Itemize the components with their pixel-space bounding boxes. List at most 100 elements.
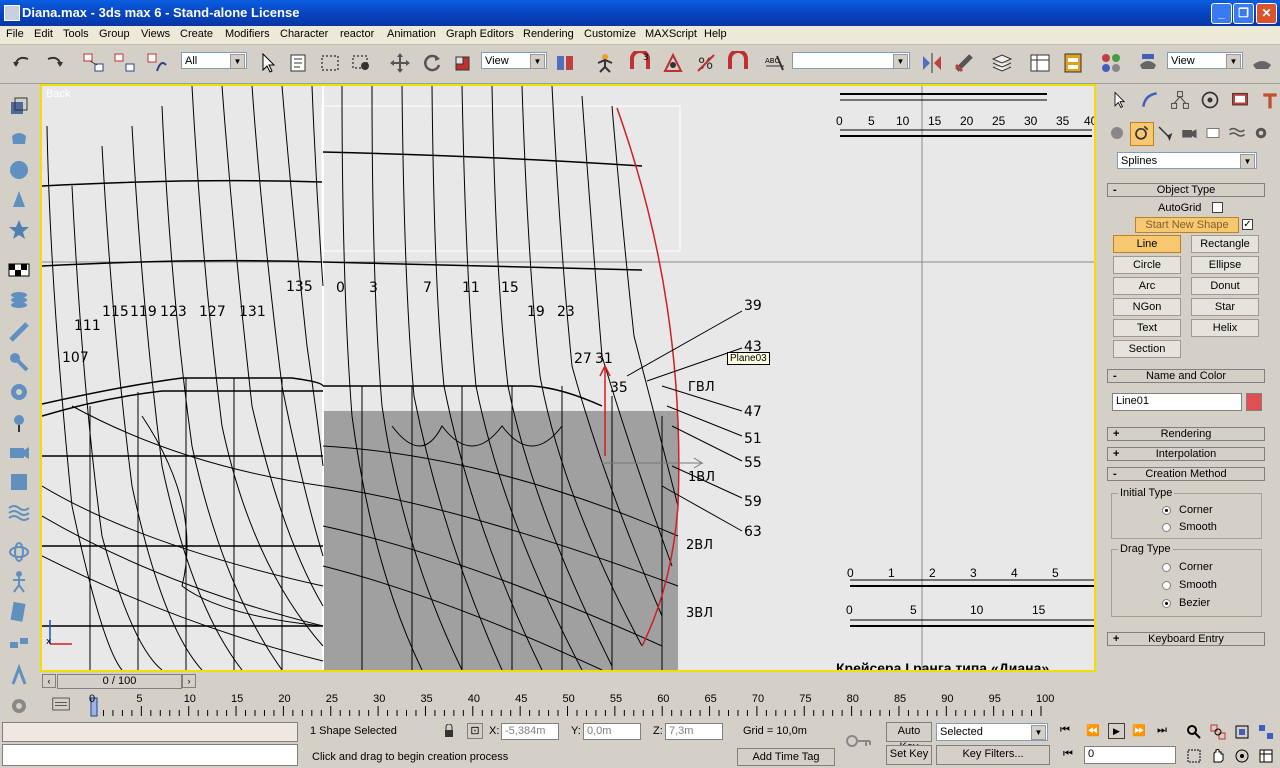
menu-modifiers[interactable]: Modifiers <box>225 28 270 40</box>
rotate-icon[interactable] <box>420 51 444 75</box>
modifier-icon[interactable] <box>7 320 31 344</box>
rollout-creation-method[interactable]: - Creation Method <box>1107 467 1265 481</box>
window-crossing-icon[interactable] <box>350 51 374 75</box>
modify-tab-icon[interactable] <box>1140 90 1160 110</box>
wrench-icon[interactable] <box>7 350 31 374</box>
percent-snap-icon[interactable]: % <box>694 51 718 75</box>
text-button[interactable]: Text <box>1113 319 1181 337</box>
snap-toggle-icon[interactable]: 3 <box>628 51 652 75</box>
rollout-interpolation[interactable]: + Interpolation <box>1107 447 1265 461</box>
spinner-snap-icon[interactable] <box>726 51 750 75</box>
select-and-link-icon[interactable] <box>82 51 106 75</box>
z-coordinate-field[interactable]: 7,3m <box>665 723 723 740</box>
material-editor-icon[interactable] <box>1099 51 1123 75</box>
field-of-view-icon[interactable] <box>1186 748 1202 764</box>
minimize-button[interactable]: _ <box>1211 3 1232 24</box>
menu-views[interactable]: Views <box>141 28 170 40</box>
ngon-button[interactable]: NGon <box>1113 298 1181 316</box>
viewport-back[interactable]: Back 135 0 3 7 11 15 19 23 27 31 111 115… <box>40 84 1096 672</box>
line-button[interactable]: Line <box>1113 235 1181 253</box>
shapes-button[interactable] <box>1130 122 1154 146</box>
particle-icon[interactable] <box>7 664 31 688</box>
donut-button[interactable]: Donut <box>1191 277 1259 295</box>
track-view-icon[interactable] <box>1028 51 1052 75</box>
align-icon[interactable] <box>952 51 976 75</box>
cloth-icon[interactable] <box>7 600 31 624</box>
geometry-icon[interactable] <box>1108 124 1126 142</box>
menu-animation[interactable]: Animation <box>387 28 436 40</box>
section-button[interactable]: Section <box>1113 340 1181 358</box>
set-key-button[interactable]: Set Key <box>886 745 932 765</box>
autogrid-checkbox[interactable] <box>1212 202 1223 213</box>
utility-gear-icon[interactable] <box>7 694 31 718</box>
helpers-icon[interactable] <box>1204 124 1222 142</box>
biped-icon[interactable] <box>7 570 31 594</box>
object-name-field[interactable]: Line01 <box>1112 393 1242 411</box>
time-slider[interactable]: 0 / 100 <box>57 674 182 689</box>
create-tab-icon[interactable] <box>1110 90 1130 110</box>
bind-to-spacewarp-icon[interactable] <box>145 51 169 75</box>
undo-icon[interactable] <box>10 51 34 75</box>
edit-named-selection-icon[interactable]: ABC <box>763 51 787 75</box>
scale-icon[interactable] <box>451 51 475 75</box>
lights-icon[interactable] <box>1156 124 1174 142</box>
pan-icon[interactable] <box>1210 748 1226 764</box>
category-dropdown[interactable]: Splines ▼ <box>1117 152 1257 169</box>
angle-snap-icon[interactable] <box>661 51 685 75</box>
start-new-shape-button[interactable]: Start New Shape <box>1135 217 1239 233</box>
rectangle-button[interactable]: Rectangle <box>1191 235 1259 253</box>
ellipse-button[interactable]: Ellipse <box>1191 256 1259 274</box>
arc-rotate-icon[interactable] <box>1234 748 1250 764</box>
go-to-start-icon[interactable]: ⏮ <box>1060 724 1070 737</box>
sphere-icon[interactable] <box>7 158 31 182</box>
rollout-rendering[interactable]: + Rendering <box>1107 427 1265 441</box>
quick-render-icon[interactable] <box>1250 51 1274 75</box>
maxscript-listener-pink[interactable] <box>2 722 298 742</box>
key-filters-button[interactable]: Key Filters... <box>936 745 1050 765</box>
stack-icon[interactable] <box>7 288 31 312</box>
hinge-icon[interactable] <box>7 632 31 656</box>
next-frame-icon[interactable]: ⏩ <box>1132 724 1146 737</box>
render-scene-icon[interactable] <box>1136 51 1160 75</box>
drag-corner-radio[interactable] <box>1162 563 1171 572</box>
menu-rendering[interactable]: Rendering <box>523 28 574 40</box>
go-to-end-icon[interactable]: ⏭ <box>1157 724 1167 737</box>
menu-help[interactable]: Help <box>704 28 727 40</box>
initial-corner-radio[interactable] <box>1162 506 1171 515</box>
absolute-mode-icon[interactable]: ⊡ <box>467 723 483 739</box>
current-frame-field[interactable]: 0 <box>1084 746 1176 764</box>
drag-bezier-radio[interactable] <box>1162 599 1171 608</box>
hierarchy-tab-icon[interactable] <box>1170 90 1190 110</box>
menu-create[interactable]: Create <box>180 28 213 40</box>
key-mode-dropdown[interactable]: Selected ▼ <box>936 723 1048 741</box>
checker-icon[interactable] <box>7 258 31 282</box>
systems-icon[interactable] <box>1252 124 1270 142</box>
reference-coordinate-dropdown[interactable]: View ▼ <box>481 52 547 69</box>
mini-curve-editor-icon[interactable] <box>52 696 70 712</box>
layer-manager-icon[interactable] <box>990 51 1014 75</box>
menu-file[interactable]: File <box>6 28 24 40</box>
play-icon[interactable]: ▶ <box>1108 723 1125 739</box>
unlink-selection-icon[interactable] <box>113 51 137 75</box>
circle-button[interactable]: Circle <box>1113 256 1181 274</box>
gear-icon[interactable] <box>7 380 31 404</box>
initial-smooth-radio[interactable] <box>1162 523 1171 532</box>
utilities-tab-icon[interactable] <box>1260 90 1280 110</box>
key-icon[interactable] <box>846 732 872 750</box>
motion-tab-icon[interactable] <box>1200 90 1220 110</box>
menu-edit[interactable]: Edit <box>34 28 53 40</box>
named-selection-dropdown[interactable]: ▼ <box>792 52 910 69</box>
x-coordinate-field[interactable]: -5,384m <box>501 723 559 740</box>
start-new-shape-checkbox[interactable]: ✓ <box>1242 219 1253 230</box>
redo-icon[interactable] <box>42 51 66 75</box>
maximize-button[interactable]: ❐ <box>1233 3 1254 24</box>
prev-frame-arrow[interactable]: ‹ <box>42 674 56 688</box>
light-icon[interactable] <box>7 410 31 434</box>
helix-button[interactable]: Helix <box>1191 319 1259 337</box>
select-by-name-icon[interactable] <box>286 51 310 75</box>
menu-reactor[interactable]: reactor <box>340 28 374 40</box>
render-type-dropdown[interactable]: View ▼ <box>1167 52 1243 69</box>
arc-button[interactable]: Arc <box>1113 277 1181 295</box>
box-icon[interactable] <box>7 94 31 118</box>
y-coordinate-field[interactable]: 0,0m <box>583 723 641 740</box>
